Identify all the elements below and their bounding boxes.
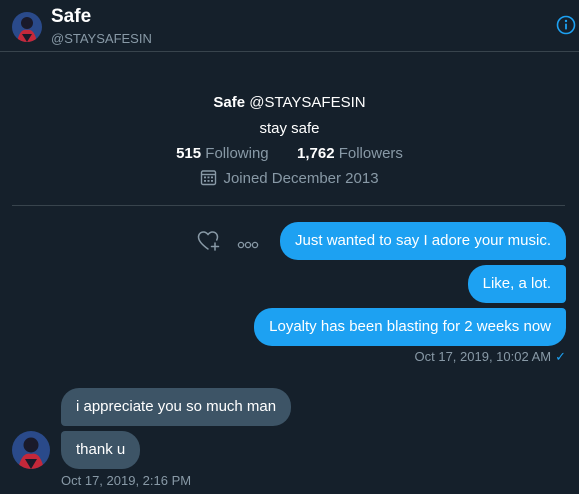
divider bbox=[12, 205, 565, 206]
sent-timestamp: Oct 17, 2019, 10:02 AM ✓ bbox=[415, 349, 567, 365]
avatar[interactable] bbox=[12, 431, 50, 469]
profile-handle[interactable]: @STAYSAFESIN bbox=[249, 94, 365, 111]
profile-name-line[interactable]: Safe @STAYSAFESIN bbox=[0, 94, 579, 112]
following-count: 515 bbox=[176, 145, 202, 162]
following-link[interactable]: 515 Following bbox=[176, 145, 273, 162]
sent-message[interactable]: Like, a lot. bbox=[467, 265, 566, 303]
avatar[interactable] bbox=[12, 12, 42, 42]
more-dots-icon[interactable] bbox=[237, 236, 259, 254]
followers-count: 1,762 bbox=[297, 145, 335, 162]
header-handle: @STAYSAFESIN bbox=[51, 31, 152, 46]
profile-joined: Joined December 2013 bbox=[0, 169, 579, 191]
dm-conversation: Safe @STAYSAFESIN Safe @STAYSAFESIN stay… bbox=[0, 0, 579, 494]
heart-plus-icon[interactable] bbox=[197, 230, 221, 257]
conversation-header: Safe @STAYSAFESIN bbox=[0, 0, 579, 52]
joined-date: Joined December 2013 bbox=[223, 170, 379, 187]
following-label: Following bbox=[205, 145, 269, 162]
profile-display-name[interactable]: Safe bbox=[213, 94, 245, 111]
check-icon: ✓ bbox=[555, 349, 566, 364]
profile-stats: 515 Following 1,762 Followers bbox=[0, 145, 579, 163]
sent-time: Oct 17, 2019, 10:02 AM bbox=[414, 349, 552, 364]
sent-message[interactable]: Just wanted to say I adore your music. bbox=[280, 222, 566, 260]
received-message[interactable]: i appreciate you so much man bbox=[61, 388, 292, 426]
received-message[interactable]: thank u bbox=[61, 431, 141, 469]
received-timestamp: Oct 17, 2019, 2:16 PM bbox=[61, 473, 192, 488]
followers-label: Followers bbox=[338, 145, 403, 162]
followers-link[interactable]: 1,762 Followers bbox=[297, 145, 403, 162]
info-circle-icon[interactable] bbox=[556, 15, 576, 35]
profile-summary: Safe @STAYSAFESIN stay safe 515 Followin… bbox=[0, 94, 579, 191]
sent-message[interactable]: Loyalty has been blasting for 2 weeks no… bbox=[254, 308, 566, 346]
calendar-icon bbox=[200, 169, 217, 191]
header-display-name: Safe bbox=[51, 6, 92, 27]
profile-bio: stay safe bbox=[259, 120, 320, 137]
